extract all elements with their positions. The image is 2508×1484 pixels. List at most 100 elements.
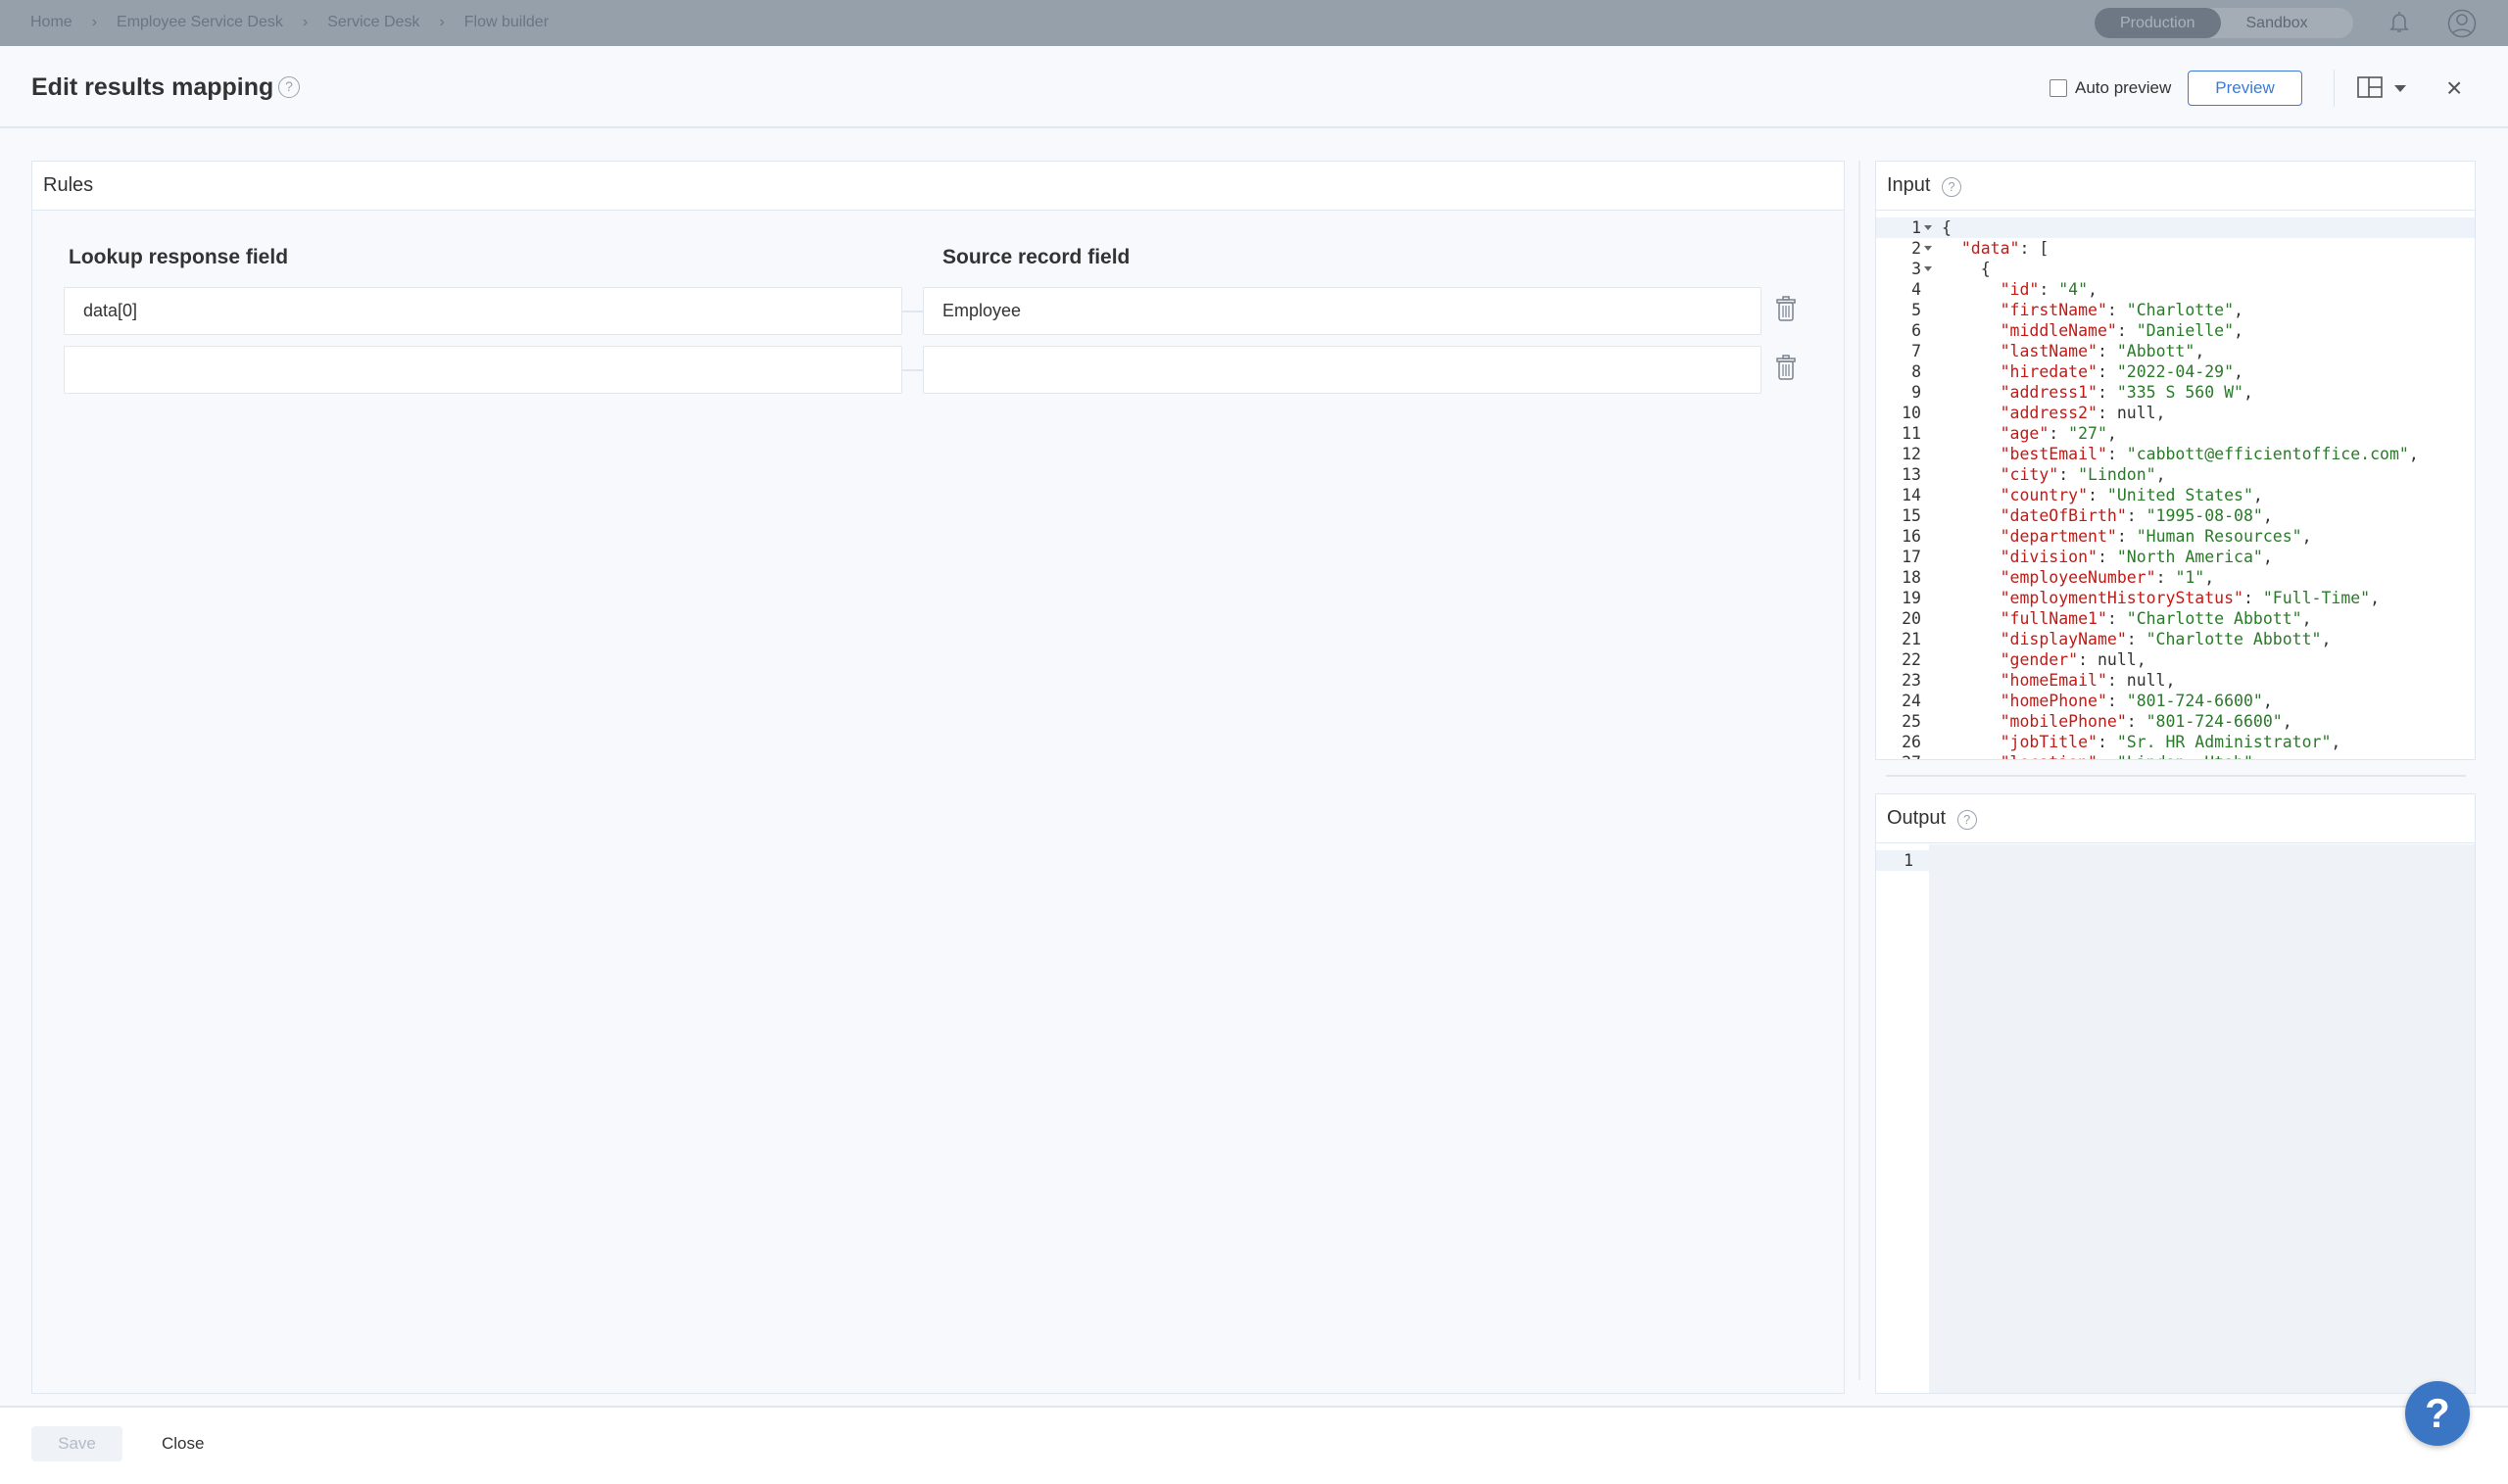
code-line: 19 "employmentHistoryStatus": "Full-Time…: [1876, 588, 2475, 608]
input-code-editor[interactable]: 1{2 "data": [3 {4 "id": "4", 5 "firstName…: [1876, 212, 2475, 759]
environment-toggle: Production Sandbox: [2095, 8, 2353, 38]
code-text: "id": "4",: [2000, 280, 2098, 299]
line-number: 1: [1904, 851, 1913, 870]
code-text: "city": "Lindon",: [2000, 465, 2166, 484]
line-number: 6: [1911, 321, 1921, 340]
line-number: 17: [1902, 548, 1921, 566]
code-text: "address1": "335 S 560 W",: [2000, 383, 2253, 402]
fold-caret-icon[interactable]: [1924, 266, 1932, 271]
auto-preview-checkbox[interactable]: Auto preview: [2050, 78, 2171, 98]
lookup-column-header: Lookup response field: [69, 246, 289, 268]
line-number: 4: [1911, 280, 1921, 299]
line-number: 13: [1902, 465, 1921, 484]
code-text: "data": [: [1960, 239, 2050, 258]
save-button[interactable]: Save: [31, 1426, 122, 1461]
breadcrumb-home[interactable]: Home: [30, 14, 72, 31]
help-icon[interactable]: ?: [1942, 177, 1962, 197]
code-text: "department": "Human Resources",: [2000, 527, 2312, 546]
output-title: Output: [1887, 807, 1947, 829]
dialog-footer: Save Close: [0, 1406, 2508, 1484]
line-number: 20: [1902, 609, 1921, 628]
help-fab-button[interactable]: ?: [2405, 1381, 2470, 1446]
chevron-right-icon: ›: [91, 14, 98, 30]
help-icon[interactable]: ?: [278, 76, 300, 98]
code-line: 9 "address1": "335 S 560 W",: [1876, 382, 2475, 403]
breadcrumb: Home › Employee Service Desk › Service D…: [30, 14, 549, 31]
code-line: 27 "location": "Lindon, Utah",: [1876, 752, 2475, 759]
code-line: 15 "dateOfBirth": "1995-08-08",: [1876, 505, 2475, 526]
dialog-header: Edit results mapping ? Auto preview Prev…: [0, 46, 2508, 128]
line-number: 8: [1911, 362, 1921, 381]
code-line: 26 "jobTitle": "Sr. HR Administrator",: [1876, 732, 2475, 752]
line-number: 18: [1902, 568, 1921, 587]
code-text: "homeEmail": null,: [2000, 671, 2176, 690]
code-text: "age": "27",: [2000, 424, 2117, 443]
breadcrumb-service-desk[interactable]: Service Desk: [327, 14, 419, 31]
line-number: 16: [1902, 527, 1921, 546]
chevron-down-icon[interactable]: [2394, 85, 2406, 92]
rules-panel: Rules Lookup response field Source recor…: [31, 161, 1845, 1394]
line-number: 12: [1902, 445, 1921, 463]
breadcrumb-employee-service-desk[interactable]: Employee Service Desk: [117, 14, 283, 31]
rules-title: Rules: [32, 162, 1844, 211]
line-number: 11: [1902, 424, 1921, 443]
code-line: 25 "mobilePhone": "801-724-6600",: [1876, 711, 2475, 732]
chevron-right-icon: ›: [439, 14, 445, 30]
line-number: 1: [1911, 218, 1921, 237]
code-line: 4 "id": "4",: [1876, 279, 2475, 300]
line-number: 19: [1902, 589, 1921, 607]
close-icon[interactable]: ×: [2446, 74, 2462, 102]
code-text: "lastName": "Abbott",: [2000, 342, 2205, 360]
fold-caret-icon[interactable]: [1924, 225, 1932, 230]
code-line: 8 "hiredate": "2022-04-29",: [1876, 361, 2475, 382]
code-line: 18 "employeeNumber": "1",: [1876, 567, 2475, 588]
line-number: 15: [1902, 506, 1921, 525]
line-number: 2: [1911, 239, 1921, 258]
code-text: "hiredate": "2022-04-29",: [2000, 362, 2243, 381]
env-production[interactable]: Production: [2095, 8, 2221, 38]
chevron-right-icon: ›: [302, 14, 309, 30]
code-text: "address2": null,: [2000, 404, 2166, 422]
code-line: 12 "bestEmail": "cabbott@efficientoffice…: [1876, 444, 2475, 464]
code-line: 2 "data": [: [1876, 238, 2475, 259]
breadcrumb-flow-builder[interactable]: Flow builder: [464, 14, 549, 31]
bell-icon[interactable]: [2388, 10, 2410, 35]
line-number: 26: [1902, 733, 1921, 751]
preview-button[interactable]: Preview: [2188, 71, 2302, 106]
connector: [902, 311, 924, 312]
line-number: 7: [1911, 342, 1921, 360]
layout-icon[interactable]: [2357, 76, 2383, 98]
lookup-field-input[interactable]: [64, 346, 902, 394]
top-bar: Home › Employee Service Desk › Service D…: [0, 0, 2508, 46]
close-button[interactable]: Close: [162, 1434, 204, 1454]
lookup-field-input[interactable]: data[0]: [64, 287, 902, 335]
input-title: Input: [1887, 174, 1931, 196]
input-panel: Input ? 1{2 "data": [3 {4 "id": "4", 5 "f…: [1875, 161, 2476, 760]
panel-resize-handle[interactable]: [1858, 161, 1860, 1380]
code-text: "location": "Lindon, Utah",: [1942, 752, 2263, 759]
code-line: 16 "department": "Human Resources",: [1876, 526, 2475, 547]
output-code-editor[interactable]: [1929, 844, 2475, 1393]
code-line: 13 "city": "Lindon",: [1876, 464, 2475, 485]
user-avatar-icon[interactable]: [2447, 9, 2477, 38]
help-icon[interactable]: ?: [1956, 810, 1977, 830]
trash-icon[interactable]: [1776, 296, 1796, 321]
code-line: 3 {: [1876, 259, 2475, 279]
fold-caret-icon[interactable]: [1924, 246, 1932, 251]
output-panel: Output ? 1: [1875, 793, 2476, 1394]
source-field-input[interactable]: [923, 346, 1761, 394]
line-number: 22: [1902, 650, 1921, 669]
trash-icon[interactable]: [1776, 355, 1796, 380]
code-line: 24 "homePhone": "801-724-6600",: [1876, 691, 2475, 711]
code-text: "employmentHistoryStatus": "Full-Time",: [2000, 589, 2381, 607]
code-line: 17 "division": "North America",: [1876, 547, 2475, 567]
checkbox-icon[interactable]: [2050, 79, 2067, 97]
code-text: "country": "United States",: [2000, 486, 2263, 504]
panel-splitter[interactable]: [1886, 775, 2466, 777]
line-number: 24: [1902, 692, 1921, 710]
code-text: "mobilePhone": "801-724-6600",: [2000, 712, 2292, 731]
env-sandbox[interactable]: Sandbox: [2221, 8, 2334, 38]
code-text: "fullName1": "Charlotte Abbott",: [2000, 609, 2312, 628]
code-line: 1: [1876, 850, 1929, 871]
source-field-input[interactable]: Employee: [923, 287, 1761, 335]
